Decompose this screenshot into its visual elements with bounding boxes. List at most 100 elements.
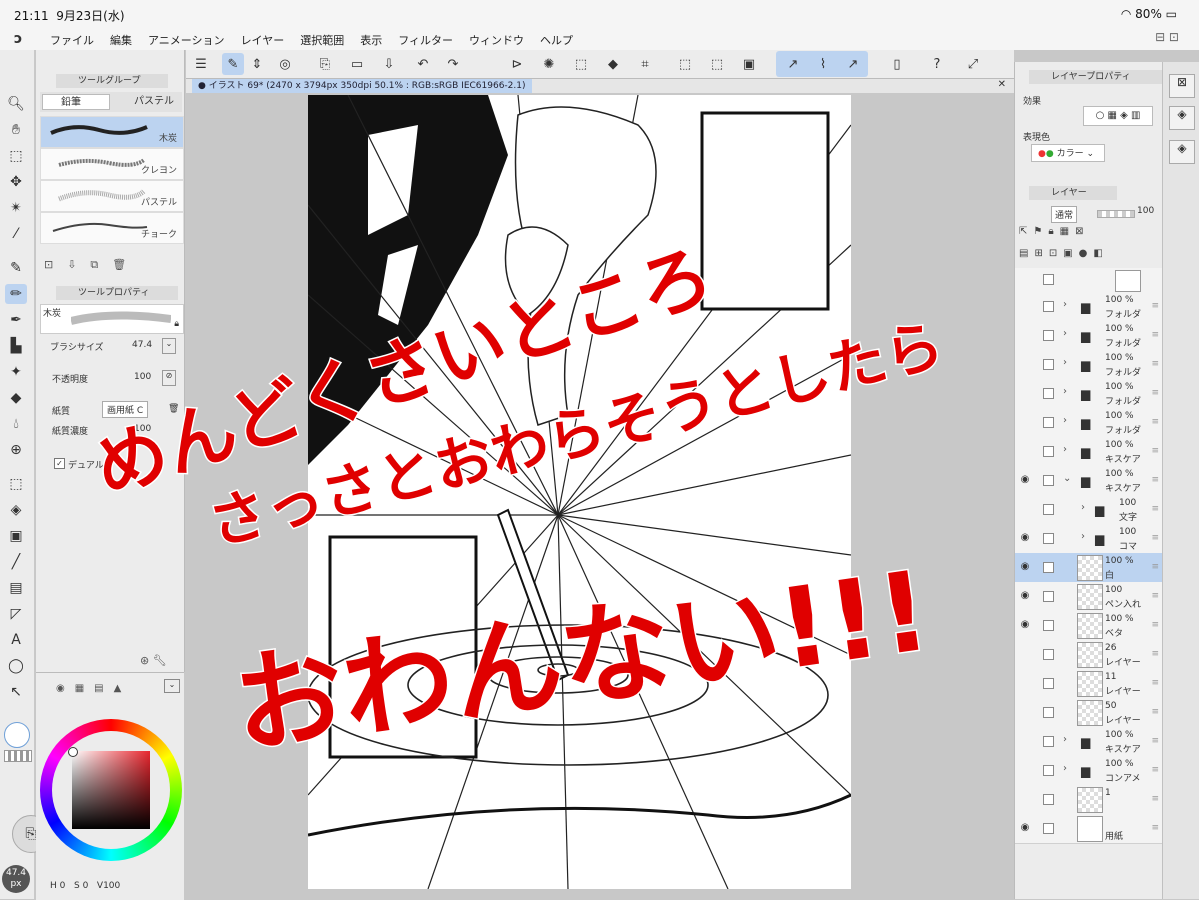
layer-checkbox[interactable]: [1043, 678, 1054, 689]
drag-handle-icon[interactable]: ≡: [1151, 707, 1159, 717]
drag-handle-icon[interactable]: ≡: [1151, 765, 1159, 775]
layer-panel-tab[interactable]: レイヤー: [1029, 186, 1117, 200]
chevron-icon[interactable]: ›: [1063, 444, 1067, 455]
layer-checkbox[interactable]: [1043, 533, 1054, 544]
drag-handle-icon[interactable]: ≡: [1151, 823, 1159, 833]
layer-row[interactable]: ◉ 100 % 白 ≡: [1015, 553, 1163, 583]
eye-icon[interactable]: ◉: [1018, 590, 1032, 602]
pen-icon[interactable]: ✎: [5, 258, 27, 278]
text-icon[interactable]: A: [5, 630, 27, 650]
layer-checkbox[interactable]: [1043, 620, 1054, 631]
layer-checkbox[interactable]: [1043, 330, 1054, 341]
chevron-icon[interactable]: ›: [1063, 328, 1067, 339]
chevron-icon[interactable]: ›: [1081, 502, 1085, 513]
menu-item-6[interactable]: フィルター: [398, 32, 453, 48]
chevron-icon[interactable]: ›: [1063, 386, 1067, 397]
brush-icon[interactable]: ✒︎: [5, 310, 27, 330]
chevron-icon[interactable]: ›: [1081, 531, 1085, 542]
window-controls-icon[interactable]: ⊟ ⊡: [1155, 30, 1179, 44]
layer-checkbox[interactable]: [1043, 417, 1054, 428]
brush-chalk[interactable]: チョーク: [40, 212, 184, 244]
snap-ruler-icon[interactable]: ↗: [782, 53, 804, 75]
dual-brush-row[interactable]: ✓ デュアル: [50, 458, 178, 476]
tool-group-tab[interactable]: ツールグループ: [56, 74, 168, 88]
layer-checkbox[interactable]: [1043, 504, 1054, 515]
drag-handle-icon[interactable]: ≡: [1151, 591, 1159, 601]
canvas-tab[interactable]: ● イラスト 69* (2470 x 3794px 350dpi 50.1% :…: [192, 79, 532, 93]
menu-item-0[interactable]: ファイル: [50, 32, 94, 48]
layer-checkbox[interactable]: [1043, 794, 1054, 805]
fill-grid-icon[interactable]: ⊕: [5, 440, 27, 460]
eye-icon[interactable]: ◉: [1018, 561, 1032, 573]
layer-checkbox[interactable]: [1043, 707, 1054, 718]
eye-hidden-icon[interactable]: [1018, 735, 1032, 747]
fill-icon[interactable]: ◆: [602, 53, 624, 75]
layer-checkbox[interactable]: [1043, 562, 1054, 573]
smartphone-icon[interactable]: ▯: [886, 53, 908, 75]
layer-row[interactable]: › ▆ 100 % フォルダ ≡: [1015, 292, 1163, 322]
drag-handle-icon[interactable]: ≡: [1151, 330, 1159, 340]
manga-canvas[interactable]: [308, 95, 851, 889]
menu-item-7[interactable]: ウィンドウ: [469, 32, 524, 48]
eye-hidden-icon[interactable]: [1018, 358, 1032, 370]
saturation-value-square[interactable]: [72, 751, 150, 829]
quick-access-icon[interactable]: ✎: [222, 53, 244, 75]
eye-hidden-icon[interactable]: [1018, 300, 1032, 312]
clear-selection-icon[interactable]: ⬚: [674, 53, 696, 75]
drag-handle-icon[interactable]: ≡: [1151, 678, 1159, 688]
expand-icon[interactable]: ⇕: [246, 53, 268, 75]
main-color-swatch[interactable]: [4, 722, 30, 748]
layer-blend-row[interactable]: 通常 100: [1019, 204, 1161, 223]
close-panel-icon[interactable]: ⊠: [1169, 74, 1195, 98]
decoration-icon[interactable]: ✦: [5, 362, 27, 382]
layer-row[interactable]: 11 レイヤー ≡: [1015, 669, 1163, 699]
spiral-icon[interactable]: ◎: [274, 53, 296, 75]
transparent-color-swatch[interactable]: [4, 750, 32, 762]
tab-pencil[interactable]: 鉛筆: [42, 94, 110, 110]
zoom-icon[interactable]: 🔍︎: [5, 94, 27, 114]
fullscreen-icon[interactable]: ⤢: [962, 53, 984, 75]
chevron-icon[interactable]: ⌄: [1063, 473, 1071, 484]
layer-row[interactable]: 1 ≡: [1015, 785, 1163, 815]
drag-handle-icon[interactable]: ≡: [1151, 794, 1159, 804]
expression-color-select[interactable]: ●● カラー ⌄: [1031, 144, 1105, 162]
menu-item-8[interactable]: ヘルプ: [540, 32, 573, 48]
color-panel-tabs[interactable]: ◉▦▤▲: [56, 683, 131, 694]
menu-item-3[interactable]: レイヤー: [241, 32, 285, 48]
new-file-icon[interactable]: ⎘: [314, 53, 336, 75]
eraser-icon[interactable]: ◆: [5, 388, 27, 408]
layer-checkbox[interactable]: [1043, 446, 1054, 457]
drag-handle-icon[interactable]: ≡: [1151, 417, 1159, 427]
layer-row[interactable]: › ▆ 100 % キスケア ≡: [1015, 727, 1163, 757]
eye-hidden-icon[interactable]: [1018, 793, 1032, 805]
layer-row[interactable]: ◉ 100 ペン入れ ≡: [1015, 582, 1163, 612]
drag-handle-icon[interactable]: ≡: [1151, 736, 1159, 746]
app-logo-icon[interactable]: ↄ: [14, 31, 22, 47]
gradient-icon[interactable]: ▣: [5, 526, 27, 546]
drag-handle-icon[interactable]: ≡: [1151, 359, 1159, 369]
ruler-icon[interactable]: ◸: [5, 604, 27, 624]
drag-handle-icon[interactable]: ≡: [1151, 504, 1159, 514]
drag-handle-icon[interactable]: ≡: [1151, 649, 1159, 659]
auto-select-icon[interactable]: ✴: [5, 198, 27, 218]
lock-icon[interactable]: 🔒︎: [174, 319, 179, 329]
drag-handle-icon[interactable]: ≡: [1151, 533, 1159, 543]
save-icon[interactable]: ⇩: [378, 53, 400, 75]
selection-icon[interactable]: ⬚: [5, 474, 27, 494]
bucket-icon[interactable]: ◈: [5, 500, 27, 520]
brush-charcoal[interactable]: 木炭: [40, 116, 184, 148]
chevron-icon[interactable]: ›: [1063, 299, 1067, 310]
property-settings-icon[interactable]: ⊛ 🔧︎: [140, 654, 167, 667]
object-icon[interactable]: ⬚: [5, 146, 27, 166]
menu-item-1[interactable]: 編集: [110, 32, 132, 48]
layer-toolbar-icons[interactable]: ⇱⚑🔒︎▦⊠: [1019, 226, 1161, 242]
paper-density-row[interactable]: 紙質濃度 100: [50, 424, 178, 442]
frame-icon[interactable]: ▤: [5, 578, 27, 598]
eye-hidden-icon[interactable]: [1018, 648, 1032, 660]
drag-handle-icon[interactable]: ≡: [1151, 562, 1159, 572]
color-panel-menu-icon[interactable]: ⌄: [164, 679, 180, 693]
blend-icon[interactable]: 💧︎: [5, 414, 27, 434]
layer-checkbox[interactable]: [1043, 765, 1054, 776]
eyedropper-icon[interactable]: ⁄: [5, 224, 27, 244]
chevron-icon[interactable]: ›: [1063, 357, 1067, 368]
